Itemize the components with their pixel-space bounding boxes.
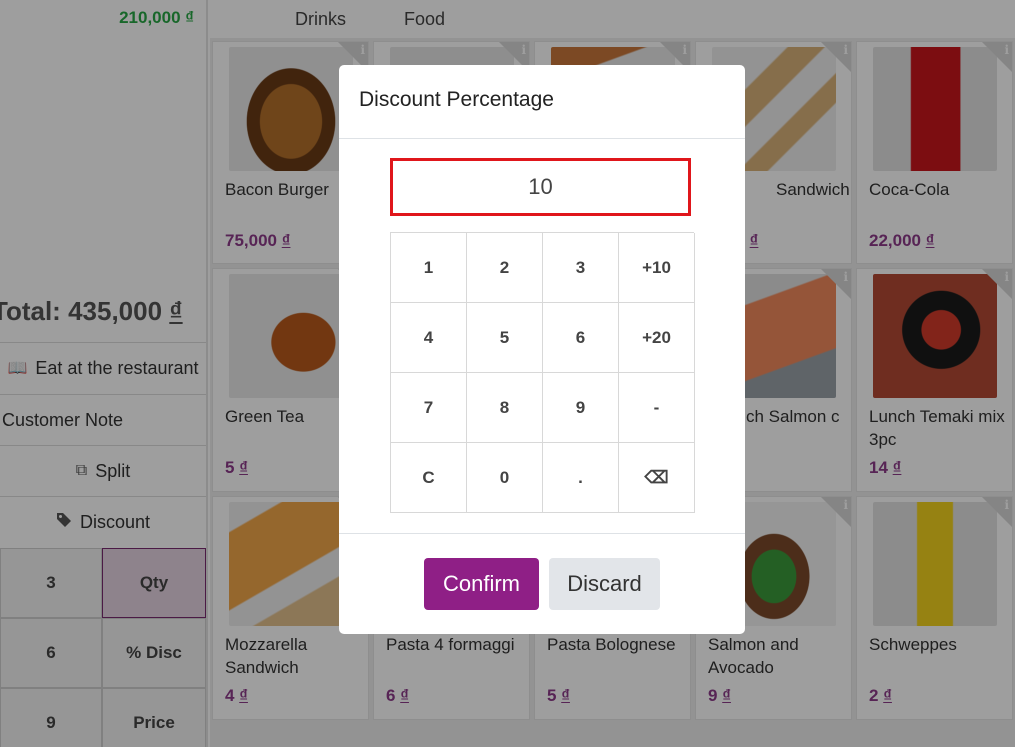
numpad-key-plus20[interactable]: +20 — [619, 303, 695, 373]
confirm-button[interactable]: Confirm — [424, 558, 539, 610]
numpad-key-3[interactable]: 3 — [543, 233, 619, 303]
numpad-key-2[interactable]: 2 — [467, 233, 543, 303]
dialog-header-divider — [339, 138, 745, 139]
numpad-key-9[interactable]: 9 — [543, 373, 619, 443]
dialog-title: Discount Percentage — [359, 88, 554, 111]
numpad-key-6[interactable]: 6 — [543, 303, 619, 373]
numpad-key-minus[interactable]: - — [619, 373, 695, 443]
numpad-key-1[interactable]: 1 — [391, 233, 467, 303]
numpad-key-4[interactable]: 4 — [391, 303, 467, 373]
numpad-key-plus10[interactable]: +10 — [619, 233, 695, 303]
backspace-icon[interactable]: ⌫ — [619, 443, 695, 513]
numpad-key-8[interactable]: 8 — [467, 373, 543, 443]
numpad-key-clear[interactable]: C — [391, 443, 467, 513]
discard-button[interactable]: Discard — [549, 558, 660, 610]
discount-dialog: Discount Percentage 10 1 2 3 +10 4 5 6 +… — [339, 65, 745, 634]
numpad-key-0[interactable]: 0 — [467, 443, 543, 513]
dialog-footer-divider — [339, 533, 745, 534]
dialog-numpad: 1 2 3 +10 4 5 6 +20 7 8 9 - C 0 . ⌫ — [390, 232, 695, 513]
discount-input[interactable]: 10 — [390, 158, 691, 216]
numpad-key-decimal[interactable]: . — [543, 443, 619, 513]
numpad-key-7[interactable]: 7 — [391, 373, 467, 443]
numpad-key-5[interactable]: 5 — [467, 303, 543, 373]
